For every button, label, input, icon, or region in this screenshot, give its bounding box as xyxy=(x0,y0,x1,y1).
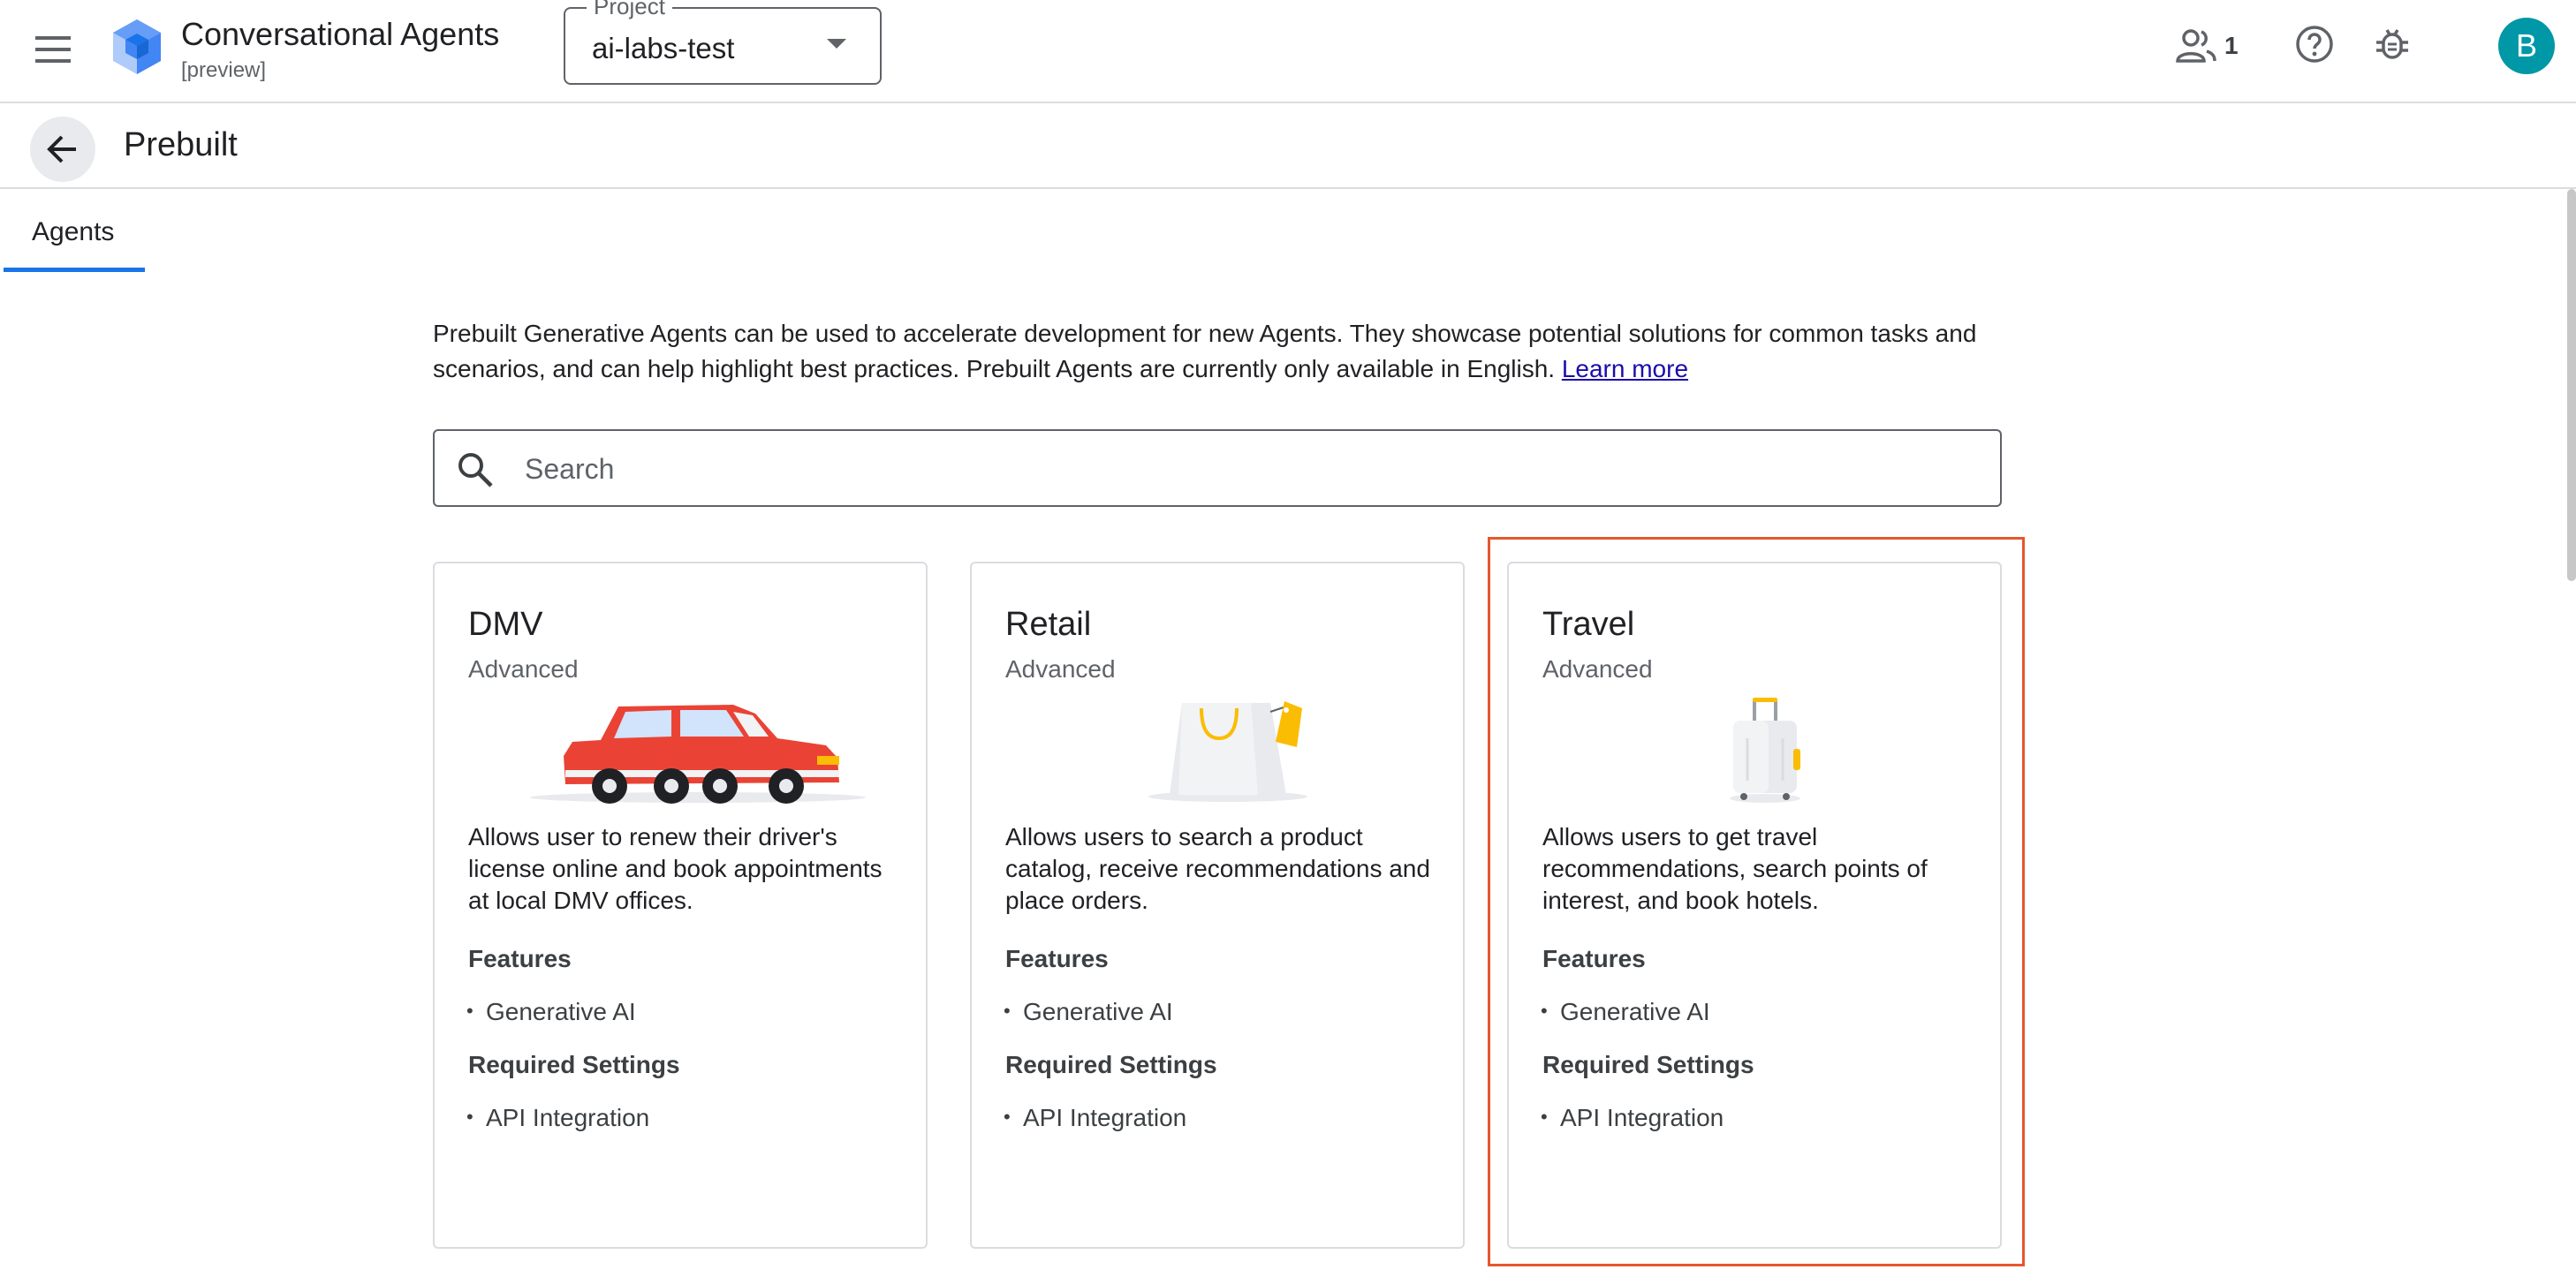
tab-agents[interactable]: Agents xyxy=(4,189,145,272)
dropdown-caret-icon xyxy=(827,39,846,49)
card-title: DMV xyxy=(468,606,543,643)
features-heading: Features xyxy=(1005,945,1109,972)
card-level: Advanced xyxy=(1005,655,1116,683)
feature-item: Generative AI xyxy=(466,998,636,1026)
app-title: Conversational Agents xyxy=(181,16,500,52)
bug-report-icon[interactable] xyxy=(2368,19,2417,69)
conversational-agents-logo-icon xyxy=(113,19,161,74)
search-box xyxy=(433,429,2002,507)
shopping-bag-illustration xyxy=(1148,701,1307,802)
card-description: Allows user to renew their driver's lice… xyxy=(468,823,883,914)
setting-item: API Integration xyxy=(1004,1104,1186,1132)
red-car-illustration xyxy=(530,705,866,804)
agent-card-retail[interactable]: Retail Advanced Allows users to search a… xyxy=(970,562,1465,1249)
page-header: Prebuilt xyxy=(0,103,2576,189)
page-title: Prebuilt xyxy=(124,126,238,163)
app-preview-label: [preview] xyxy=(181,58,267,82)
intro-description: Prebuilt Generative Agents can be used t… xyxy=(433,320,1977,382)
intro-text: Prebuilt Generative Agents can be used t… xyxy=(433,316,2041,387)
travel-card-highlight xyxy=(1488,537,2025,1266)
arrow-back-icon xyxy=(47,135,76,163)
card-title: Retail xyxy=(1005,606,1092,643)
project-value: ai-labs-test xyxy=(592,32,735,64)
card-level: Advanced xyxy=(468,655,579,683)
card-description: Allows users to search a product catalog… xyxy=(1005,823,1430,914)
tab-agents-label: Agents xyxy=(32,217,115,246)
collaborators-count: 1 xyxy=(2224,32,2239,59)
project-selector[interactable]: Project ai-labs-test xyxy=(564,0,882,85)
setting-item: API Integration xyxy=(466,1104,649,1132)
active-tab-indicator xyxy=(4,268,145,272)
features-heading: Features xyxy=(468,945,572,972)
required-settings-heading: Required Settings xyxy=(1005,1051,1217,1078)
hamburger-menu-icon xyxy=(35,36,71,63)
top-app-bar: Conversational Agents [preview] Project … xyxy=(0,0,2576,103)
agent-card-dmv[interactable]: DMV Advanced Allows user to renew their … xyxy=(433,562,928,1249)
help-icon[interactable] xyxy=(2290,19,2339,69)
feature-item: Generative AI xyxy=(1004,998,1173,1026)
required-settings-heading: Required Settings xyxy=(468,1051,680,1078)
back-button[interactable] xyxy=(30,117,95,182)
page-scrollbar[interactable] xyxy=(2567,189,2576,581)
search-input[interactable] xyxy=(523,442,1972,496)
search-icon xyxy=(458,453,493,487)
learn-more-link[interactable]: Learn more xyxy=(1562,355,1688,382)
main-menu-button[interactable] xyxy=(25,21,81,78)
collaborators-button[interactable]: 1 xyxy=(2175,23,2239,69)
account-avatar[interactable]: B xyxy=(2498,18,2555,74)
project-label: Project xyxy=(587,0,672,20)
people-icon xyxy=(2176,29,2216,63)
